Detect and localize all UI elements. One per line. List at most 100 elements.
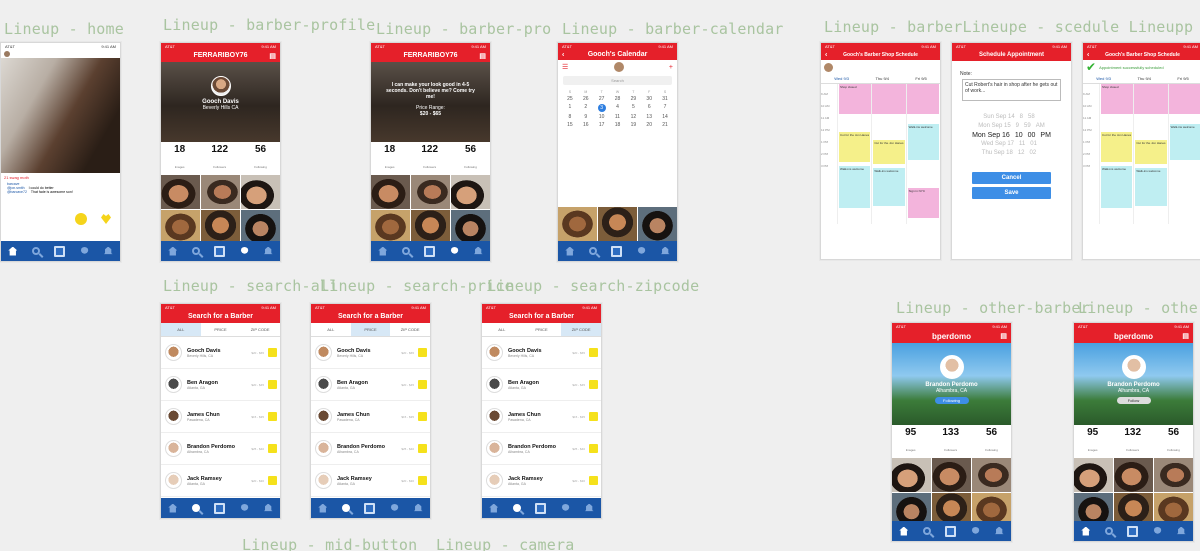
home-icon[interactable] (168, 503, 178, 513)
back-chevron-icon[interactable]: ‹ (562, 51, 564, 58)
bell-icon[interactable] (263, 503, 273, 512)
menu-icon[interactable]: ▤ (1000, 332, 1007, 340)
calendar-day[interactable]: 4 (610, 104, 626, 112)
picker-value[interactable]: 11 (1019, 140, 1025, 149)
calendar-day[interactable]: 25 (562, 96, 578, 102)
follow-button[interactable]: Following (934, 397, 969, 404)
grid-photo[interactable] (1114, 458, 1153, 492)
date-time-picker[interactable]: Sun Sep 14 8 58 Mon Sep 15 9 59 AM Mon Sep 16 10… (952, 113, 1071, 158)
camera-icon[interactable] (1127, 525, 1139, 537)
calendar-day[interactable]: 19 (625, 122, 641, 128)
search-icon[interactable] (191, 247, 200, 255)
grid-photo[interactable] (201, 175, 240, 209)
picker-value[interactable]: 00 (1028, 131, 1036, 140)
list-item[interactable]: James Chun Pasadena, CA $15 - $35 (161, 401, 280, 433)
avatar[interactable] (824, 62, 833, 72)
chevron-right-icon[interactable] (268, 476, 277, 485)
grid-photo[interactable] (638, 207, 677, 241)
list-item[interactable]: Gooch Davis Beverly Hills, CA $20 - $65 (161, 337, 280, 369)
avatar[interactable] (4, 50, 10, 57)
event[interactable]: Sign in NYC (907, 188, 939, 218)
calendar-day[interactable]: 9 (578, 114, 594, 120)
chevron-right-icon[interactable] (589, 348, 598, 357)
grid-photo[interactable] (1154, 458, 1193, 492)
search-tab[interactable]: ALL (311, 323, 351, 336)
calendar-day[interactable]: 13 (641, 114, 657, 120)
profile-icon[interactable] (240, 246, 249, 254)
picker-value[interactable]: 9 (1016, 122, 1019, 131)
event[interactable]: Cut for the Jon Hanes (839, 132, 871, 162)
camera-icon[interactable] (214, 245, 226, 257)
picker-value[interactable]: Sun Sep 14 (983, 113, 1014, 122)
grid-photo[interactable] (892, 458, 931, 492)
picker-value[interactable]: 01 (1030, 140, 1037, 149)
avatar[interactable] (1121, 355, 1146, 379)
search-tab[interactable]: ALL (161, 323, 201, 336)
comment-user[interactable]: @barcave72 (7, 190, 27, 194)
calendar-day[interactable]: 27 (594, 96, 610, 102)
calendar-day[interactable]: 1 (562, 104, 578, 112)
picker-value[interactable]: Mon Sep 16 (972, 131, 1010, 140)
stat-followers[interactable]: 122 Followers (211, 144, 228, 173)
camera-icon[interactable] (364, 502, 376, 514)
picker-value[interactable]: 02 (1030, 149, 1037, 158)
profile-icon[interactable] (1153, 526, 1162, 534)
search-icon[interactable] (512, 504, 521, 512)
chevron-right-icon[interactable] (268, 444, 277, 453)
search-icon[interactable] (401, 247, 410, 255)
calendar-day[interactable]: 6 (641, 104, 657, 112)
back-chevron-icon[interactable]: ‹ (1087, 51, 1089, 58)
chevron-right-icon[interactable] (589, 412, 598, 421)
home-icon[interactable] (8, 246, 18, 256)
picker-value[interactable]: 58 (1028, 113, 1035, 122)
save-button[interactable]: Save (972, 187, 1051, 199)
search-icon[interactable] (31, 247, 40, 255)
calendar-day[interactable]: 26 (578, 96, 594, 102)
chevron-right-icon[interactable] (418, 380, 427, 389)
avatar[interactable] (939, 355, 964, 379)
home-icon[interactable] (168, 246, 178, 256)
day-header[interactable]: Fri 9/5 (1177, 76, 1188, 81)
day-header[interactable]: Wed 9/3 (834, 76, 849, 81)
search-icon[interactable] (191, 504, 200, 512)
chevron-right-icon[interactable] (589, 444, 598, 453)
camera-icon[interactable] (945, 525, 957, 537)
chevron-right-icon[interactable] (268, 348, 277, 357)
grid-photo[interactable] (411, 210, 450, 244)
chevron-right-icon[interactable] (268, 412, 277, 421)
grid-photo[interactable] (161, 175, 200, 209)
home-icon[interactable] (565, 246, 575, 256)
menu-icon[interactable]: ▤ (479, 52, 486, 60)
home-icon[interactable] (318, 503, 328, 513)
grid-photo[interactable] (241, 210, 280, 244)
day-header[interactable]: Thu 9/4 (875, 76, 889, 81)
profile-icon[interactable] (240, 503, 249, 511)
picker-value[interactable]: PM (1040, 131, 1051, 140)
event[interactable]: Cut for the Jon Hanes (873, 140, 905, 164)
calendar-day[interactable]: 17 (594, 122, 610, 128)
chevron-right-icon[interactable] (268, 380, 277, 389)
calendar-day[interactable]: 3 (597, 104, 606, 112)
grid-photo[interactable] (932, 458, 971, 492)
picker-value[interactable]: Wed Sep 17 (981, 140, 1014, 149)
search-input[interactable]: Search (563, 76, 672, 85)
stat-item[interactable]: 95 Images (905, 427, 916, 456)
search-icon[interactable] (588, 247, 597, 255)
picker-value[interactable]: 59 (1024, 122, 1031, 131)
grid-photo[interactable] (1074, 458, 1113, 492)
profile-icon[interactable] (80, 246, 89, 254)
home-icon[interactable] (1081, 526, 1091, 536)
calendar-day[interactable]: 8 (562, 114, 578, 120)
event[interactable]: Walk-ins welcome (1135, 168, 1167, 206)
grid-photo[interactable] (371, 175, 410, 209)
stat-following[interactable]: 56 Following (464, 144, 477, 173)
list-item[interactable]: Brandon Perdomo Alhambra, CA $25 - $40 (161, 433, 280, 465)
list-item[interactable]: Ben Aragon Atlanta, GA $20 - $45 (161, 369, 280, 401)
calendar-day[interactable]: 18 (610, 122, 626, 128)
picker-value[interactable]: 10 (1015, 131, 1023, 140)
stat-item[interactable]: 95 Images (1087, 427, 1098, 456)
home-icon[interactable] (378, 246, 388, 256)
calendar-day[interactable]: 21 (657, 122, 673, 128)
chevron-right-icon[interactable] (589, 476, 598, 485)
list-item[interactable]: Brandon Perdomo Alhambra, CA $25 - $40 (311, 433, 430, 465)
